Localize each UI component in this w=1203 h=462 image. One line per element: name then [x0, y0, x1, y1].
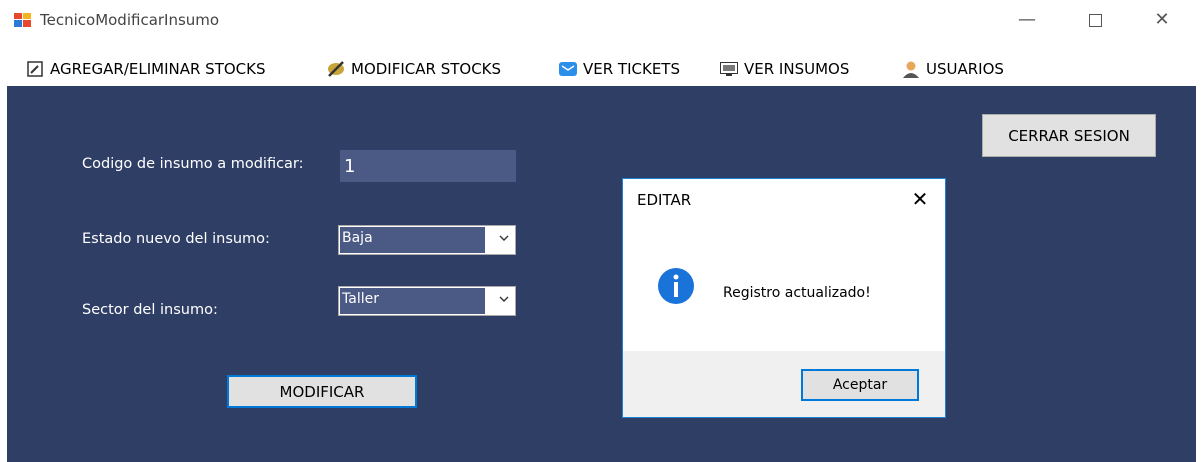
- cerrar-sesion-button[interactable]: CERRAR SESION: [982, 114, 1156, 157]
- maximize-button[interactable]: [1080, 6, 1110, 34]
- chevron-down-icon: [499, 296, 509, 302]
- menu-item-label: VER TICKETS: [583, 60, 680, 78]
- close-icon: ✕: [911, 187, 929, 211]
- user-icon: [902, 60, 920, 78]
- modificar-button[interactable]: MODIFICAR: [227, 375, 417, 408]
- maximize-icon: [1088, 13, 1102, 27]
- dialog-footer: Aceptar: [623, 351, 945, 417]
- info-icon: [658, 268, 694, 304]
- estado-select[interactable]: Baja: [338, 225, 516, 255]
- sector-select[interactable]: Taller: [338, 286, 516, 316]
- edit-note-icon: [26, 60, 44, 78]
- estado-selected-value: Baja: [340, 227, 485, 253]
- sector-label: Sector del insumo:: [82, 302, 218, 318]
- dialog-message: Registro actualizado!: [723, 285, 871, 301]
- code-input[interactable]: [340, 150, 516, 182]
- menu-item-agregar-eliminar-stocks[interactable]: AGREGAR/ELIMINAR STOCKS: [26, 57, 266, 81]
- aceptar-button[interactable]: Aceptar: [801, 369, 919, 401]
- minimize-icon: —: [1018, 9, 1036, 30]
- chevron-down-icon: [499, 235, 509, 241]
- title-bar: TecnicoModificarInsumo — ✕: [0, 0, 1203, 40]
- envelope-icon: [559, 60, 577, 78]
- dialog-close-button[interactable]: ✕: [906, 187, 934, 211]
- menu-bar: AGREGAR/ELIMINAR STOCKS MODIFICAR STOCKS…: [0, 54, 1203, 84]
- pencil-icon: [327, 60, 345, 78]
- minimize-button[interactable]: —: [1012, 6, 1042, 34]
- monitor-icon: [720, 60, 738, 78]
- code-label: Codigo de insumo a modificar:: [82, 156, 304, 172]
- menu-item-modificar-stocks[interactable]: MODIFICAR STOCKS: [327, 57, 501, 81]
- message-dialog: EDITAR ✕ Registro actualizado! Aceptar: [622, 178, 946, 418]
- menu-item-usuarios[interactable]: USUARIOS: [902, 57, 1004, 81]
- menu-item-ver-tickets[interactable]: VER TICKETS: [559, 57, 680, 81]
- estado-label: Estado nuevo del insumo:: [82, 231, 270, 247]
- menu-item-label: AGREGAR/ELIMINAR STOCKS: [50, 60, 266, 78]
- menu-item-label: VER INSUMOS: [744, 60, 850, 78]
- menu-item-label: USUARIOS: [926, 60, 1004, 78]
- app-window-icon: [14, 13, 31, 27]
- menu-item-label: MODIFICAR STOCKS: [351, 60, 502, 78]
- sector-selected-value: Taller: [340, 288, 485, 314]
- close-icon: ✕: [1154, 9, 1170, 30]
- dialog-title: EDITAR: [637, 191, 692, 209]
- main-panel: Codigo de insumo a modificar: Estado nue…: [7, 86, 1196, 462]
- close-window-button[interactable]: ✕: [1147, 6, 1177, 34]
- window-title: TecnicoModificarInsumo: [40, 11, 220, 29]
- menu-item-ver-insumos[interactable]: VER INSUMOS: [720, 57, 849, 81]
